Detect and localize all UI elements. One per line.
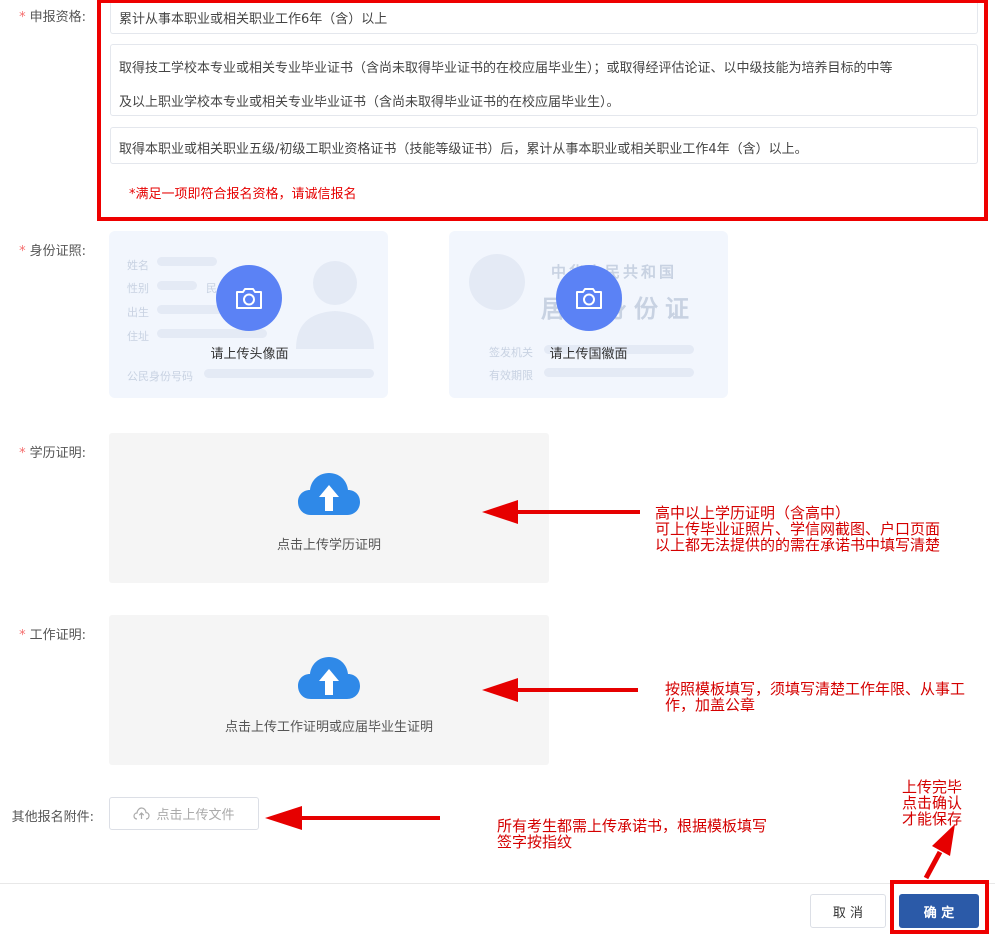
annotation-arrows xyxy=(265,500,955,880)
confirm-annotation: 上传完毕 点击确认 才能保存 xyxy=(902,778,963,828)
attachment-annotation: 所有考生都需上传承诺书，根据模板填写 签字按指纹 xyxy=(497,817,768,851)
work-annotation: 按照模板填写，须填写清楚工作年限、从事工 作，加盖公章 xyxy=(665,680,966,714)
